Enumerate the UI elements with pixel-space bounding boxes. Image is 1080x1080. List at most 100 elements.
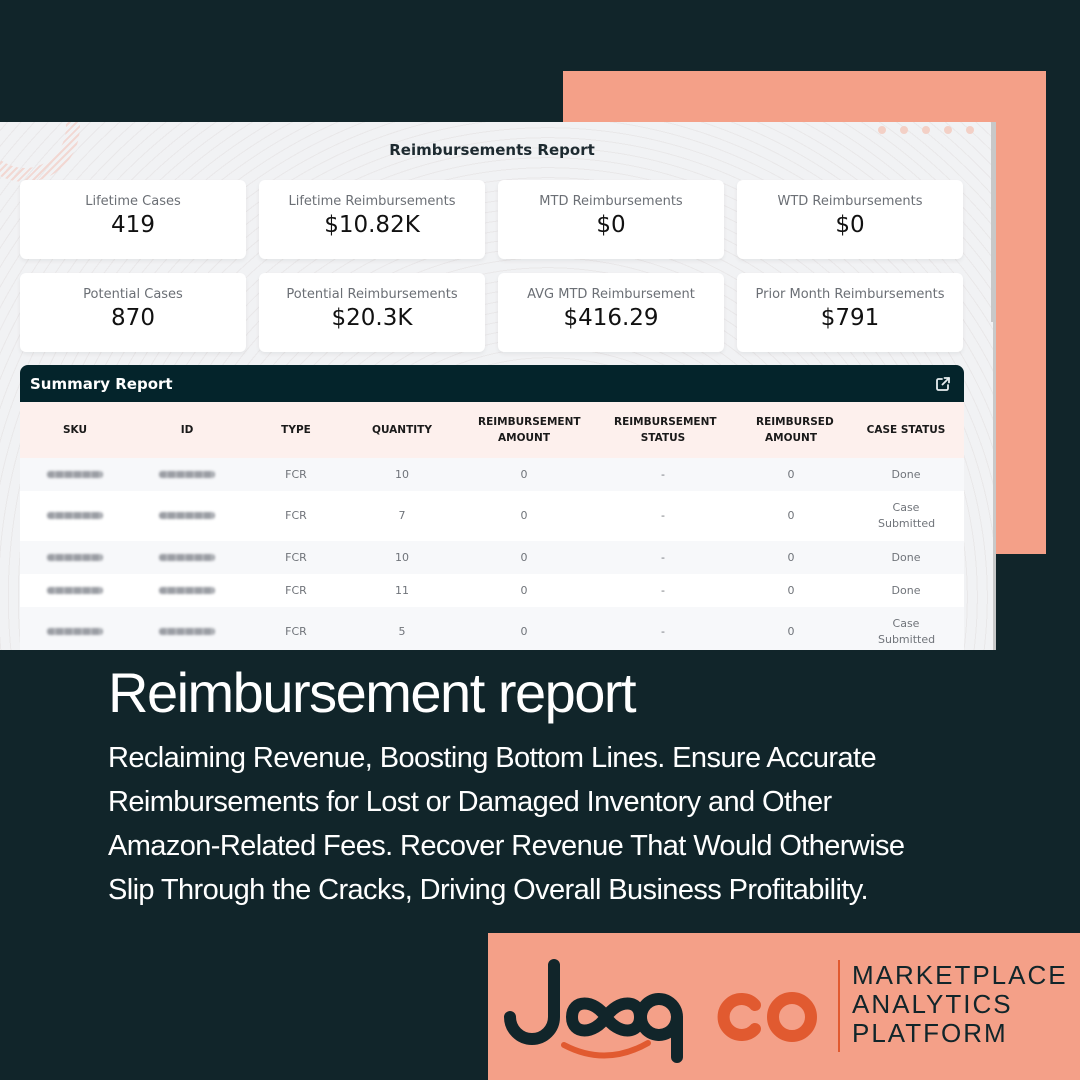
reimbursement-status-cell: -: [661, 583, 665, 597]
stat-label: Lifetime Reimbursements: [288, 194, 456, 209]
tagline-line: PLATFORM: [852, 1018, 1008, 1048]
sku-cell: [20, 607, 130, 650]
redacted-sku: [47, 628, 103, 635]
stat-label: Potential Cases: [83, 287, 183, 302]
table-row[interactable]: FCR 10 0 - 0 Done: [20, 541, 964, 574]
quantity-cell: 7: [398, 509, 406, 522]
redacted-id: [159, 470, 215, 478]
stat-value: $20.3K: [331, 305, 413, 331]
type-cell: FCR: [285, 625, 307, 638]
brand-logo-panel: MARKETPLACE ANALYTICS PLATFORM: [488, 933, 1080, 1080]
type-cell: FCR: [285, 583, 307, 597]
redacted-id: [159, 586, 215, 594]
summary-report-header: Summary Report: [20, 365, 964, 402]
reimbursement-amount-cell: 0: [520, 583, 528, 597]
column-header-reimbursement-amount[interactable]: REIMBURSEMENT AMOUNT: [456, 402, 592, 458]
stat-label: Lifetime Cases: [85, 194, 181, 209]
decorative-dots: [878, 126, 974, 134]
brand-tagline: MARKETPLACE ANALYTICS PLATFORM: [852, 961, 1068, 1048]
id-cell: [130, 491, 244, 541]
stat-value: $0: [596, 212, 626, 238]
tagline-line: ANALYTICS: [852, 989, 1013, 1019]
logo-divider: [838, 960, 840, 1052]
column-header-sku[interactable]: SKU: [20, 402, 130, 458]
case-status-cell: Case Submitted: [878, 617, 936, 646]
stat-card-wtd-reimbursements: WTD Reimbursements $0: [737, 180, 963, 259]
stat-value: $10.82K: [324, 212, 420, 238]
type-cell: FCR: [285, 467, 307, 481]
stat-label: AVG MTD Reimbursement: [527, 287, 695, 302]
table-row[interactable]: FCR 11 0 - 0 Done: [20, 574, 964, 607]
column-header-id[interactable]: ID: [130, 402, 244, 458]
summary-report-panel: Summary Report SKU ID TYPE QUANTITY REIM…: [20, 365, 964, 650]
summary-table: SKU ID TYPE QUANTITY REIMBURSEMENT AMOUN…: [20, 402, 964, 650]
reimbursement-status-cell: -: [661, 550, 665, 564]
marketing-body: Reclaiming Revenue, Boosting Bottom Line…: [108, 742, 905, 906]
quantity-cell: 11: [395, 583, 409, 597]
id-cell: [130, 574, 244, 607]
id-cell: [130, 458, 244, 491]
sku-cell: [20, 574, 130, 607]
stat-value: $416.29: [563, 305, 659, 331]
reimbursed-amount-cell: 0: [787, 467, 795, 481]
stat-card-potential-cases: Potential Cases 870: [20, 273, 246, 352]
stat-card-avg-mtd-reimbursement: AVG MTD Reimbursement $416.29: [498, 273, 724, 352]
reimbursement-status-cell: -: [661, 509, 665, 522]
stat-value: 419: [111, 212, 155, 238]
case-status-cell: Done: [891, 467, 921, 481]
table-row[interactable]: FCR 5 0 - 0 Case Submitted: [20, 607, 964, 650]
reimbursement-amount-cell: 0: [520, 625, 528, 638]
redacted-sku: [47, 553, 103, 561]
column-header-case-status[interactable]: CASE STATUS: [848, 402, 964, 458]
redacted-id: [159, 553, 215, 561]
stat-value: $0: [835, 212, 865, 238]
case-status-cell: Case Submitted: [878, 501, 936, 530]
stat-card-potential-reimbursements: Potential Reimbursements $20.3K: [259, 273, 485, 352]
external-link-icon[interactable]: [935, 376, 951, 392]
column-header-type[interactable]: TYPE: [244, 402, 348, 458]
reimbursed-amount-cell: 0: [787, 550, 795, 564]
stat-value: 870: [111, 305, 155, 331]
reimbursement-amount-cell: 0: [520, 509, 528, 522]
id-cell: [130, 541, 244, 574]
tagline-line: MARKETPLACE: [852, 960, 1068, 990]
stat-card-lifetime-reimbursements: Lifetime Reimbursements $10.82K: [259, 180, 485, 259]
reimbursement-status-cell: -: [661, 467, 665, 481]
stat-value: $791: [820, 305, 880, 331]
stat-card-prior-month-reimbursements: Prior Month Reimbursements $791: [737, 273, 963, 352]
stat-label: WTD Reimbursements: [777, 194, 923, 209]
stat-label: MTD Reimbursements: [539, 194, 683, 209]
joopco-logo-icon: [504, 959, 817, 1063]
column-header-reimbursed-amount[interactable]: REIMBURSED AMOUNT: [734, 402, 848, 458]
table-row[interactable]: FCR 10 0 - 0 Done: [20, 458, 964, 491]
redacted-sku: [47, 586, 103, 594]
stat-card-lifetime-cases: Lifetime Cases 419: [20, 180, 246, 259]
type-cell: FCR: [285, 509, 307, 522]
table-row[interactable]: FCR 7 0 - 0 Case Submitted: [20, 491, 964, 541]
reimbursement-amount-cell: 0: [520, 550, 528, 564]
column-header-quantity[interactable]: QUANTITY: [348, 402, 456, 458]
reimbursed-amount-cell: 0: [787, 509, 795, 522]
scrollbar-thumb[interactable]: [991, 122, 996, 322]
sku-cell: [20, 491, 130, 541]
stat-label: Potential Reimbursements: [286, 287, 458, 302]
sku-cell: [20, 458, 130, 491]
page-title: Reimbursements Report: [389, 141, 595, 159]
summary-report-title: Summary Report: [30, 374, 173, 393]
id-cell: [130, 607, 244, 650]
reimbursed-amount-cell: 0: [787, 625, 795, 638]
reimbursed-amount-cell: 0: [787, 583, 795, 597]
quantity-cell: 5: [398, 625, 406, 638]
redacted-id: [159, 628, 215, 635]
stats-grid: Lifetime Cases 419 Lifetime Reimbursemen…: [20, 180, 964, 352]
redacted-id: [159, 512, 215, 519]
stat-card-mtd-reimbursements: MTD Reimbursements $0: [498, 180, 724, 259]
column-header-reimbursement-status[interactable]: REIMBURSEMENT STATUS: [592, 402, 734, 458]
type-cell: FCR: [285, 550, 307, 564]
table-header-row: SKU ID TYPE QUANTITY REIMBURSEMENT AMOUN…: [20, 402, 964, 458]
redacted-sku: [47, 470, 103, 478]
quantity-cell: 10: [395, 550, 409, 564]
sku-cell: [20, 541, 130, 574]
marketing-headline: Reimbursement report: [108, 661, 637, 724]
dashboard-screenshot: Reimbursements Report Lifetime Cases 419…: [0, 122, 996, 650]
